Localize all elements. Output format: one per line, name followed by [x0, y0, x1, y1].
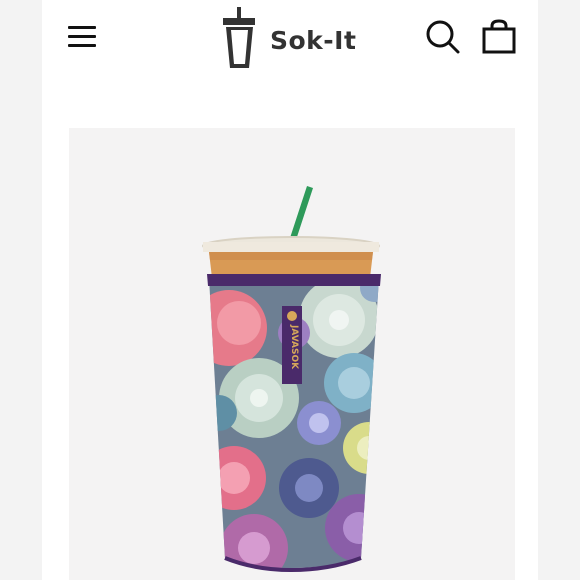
hamburger-menu-button[interactable]	[66, 22, 100, 52]
brand-name: Sok-It	[270, 25, 357, 55]
cup-logo-icon	[223, 7, 255, 68]
page: Sok-It JAVASOK	[42, 0, 538, 580]
sleeve-top-trim	[207, 274, 381, 286]
straw	[289, 186, 313, 243]
cup-lid-rim	[203, 242, 379, 252]
brand-logo[interactable]: Sok-It	[220, 6, 380, 70]
cart-button[interactable]	[480, 18, 518, 56]
product-image[interactable]: JAVASOK	[69, 128, 515, 580]
sleeve-brand-text: JAVASOK	[289, 324, 299, 370]
search-icon	[426, 20, 460, 54]
brand-tag-logo-icon	[287, 311, 297, 321]
search-button[interactable]	[424, 18, 462, 56]
site-header: Sok-It	[42, 0, 538, 80]
menu-bar	[68, 35, 96, 38]
shopping-bag-icon	[482, 19, 516, 54]
menu-bar	[68, 44, 96, 47]
menu-bar	[68, 26, 96, 29]
iced-coffee-sleeve-illustration: JAVASOK	[202, 186, 381, 573]
